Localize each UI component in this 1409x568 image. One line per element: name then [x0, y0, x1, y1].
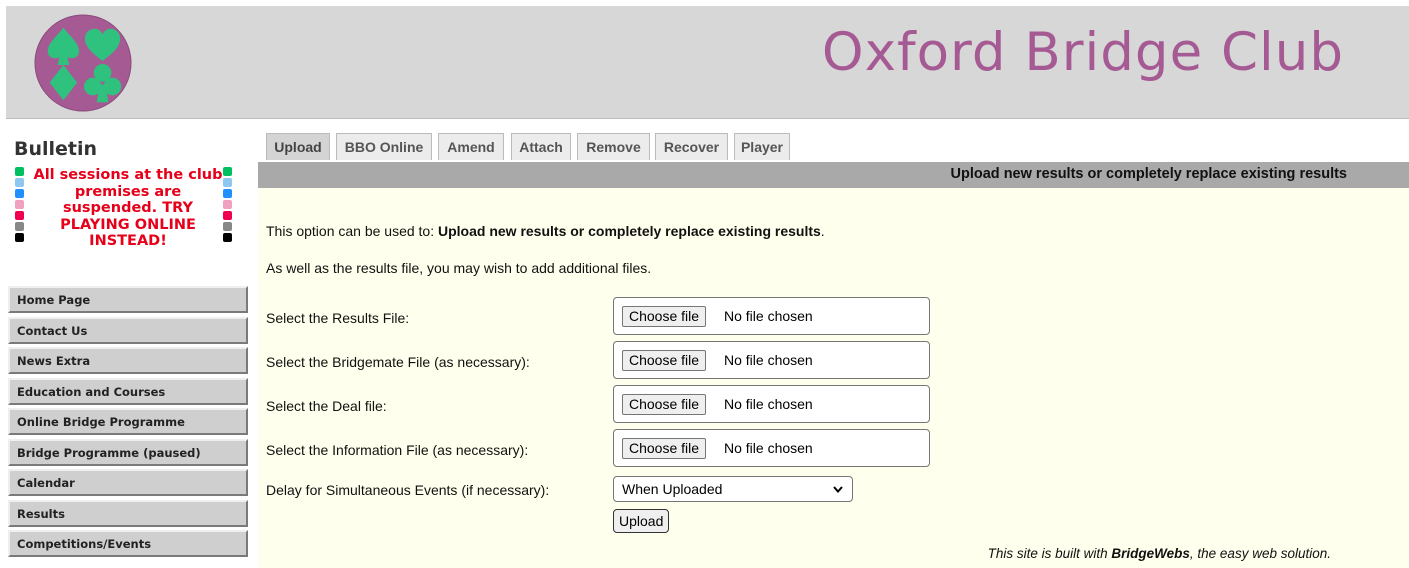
tab-amend[interactable]: Amend: [438, 133, 504, 160]
site-title: Oxford Bridge Club: [821, 22, 1344, 83]
menu-item-contact-us[interactable]: Contact Us: [8, 316, 248, 344]
sidebar: Bulletin All sessions at the club premis…: [6, 118, 252, 568]
tab-remove[interactable]: Remove: [577, 133, 650, 160]
chevron-down-icon: [833, 486, 843, 494]
information-file-label: Select the Information File (as necessar…: [266, 442, 529, 458]
menu-item-news-extra[interactable]: News Extra: [8, 347, 248, 374]
footer-suffix: , the easy web solution.: [1189, 546, 1331, 561]
tab-player[interactable]: Player: [734, 133, 790, 160]
information-file-status: No file chosen: [724, 440, 813, 456]
information-file-input[interactable]: Choose file No file chosen: [613, 429, 930, 467]
tab-attach[interactable]: Attach: [511, 133, 571, 160]
section-banner: Upload new results or completely replace…: [258, 162, 1409, 188]
menu-item-results[interactable]: Results: [8, 499, 248, 527]
delay-label: Delay for Simultaneous Events (if necess…: [266, 482, 550, 498]
bridgemate-choose-file-button[interactable]: Choose file: [622, 350, 707, 371]
bridgemate-file-input[interactable]: Choose file No file chosen: [613, 341, 930, 379]
intro-prefix: This option can be used to:: [266, 223, 438, 239]
delay-select[interactable]: When Uploaded: [613, 476, 853, 502]
menu-item-online-bridge-programme[interactable]: Online Bridge Programme: [8, 408, 248, 435]
menu-item-bridge-programme[interactable]: Bridge Programme (paused): [8, 438, 248, 466]
upload-panel: This option can be used to: Upload new r…: [258, 188, 1409, 568]
footer-credit: This site is built with BridgeWebs, the …: [988, 546, 1331, 561]
bridgemate-file-status: No file chosen: [724, 352, 813, 368]
bulletin-title: Bulletin: [14, 138, 98, 160]
additional-files-text: As well as the results file, you may wis…: [266, 260, 652, 276]
results-choose-file-button[interactable]: Choose file: [622, 306, 707, 327]
information-choose-file-button[interactable]: Choose file: [622, 438, 707, 459]
delay-selected-value: When Uploaded: [622, 481, 723, 497]
deal-file-label: Select the Deal file:: [266, 398, 387, 414]
menu-item-calendar[interactable]: Calendar: [8, 469, 248, 496]
bulletin-left-dots: [15, 167, 25, 244]
bridgemate-file-label: Select the Bridgemate File (as necessary…: [266, 354, 530, 370]
menu-item-competitions-events[interactable]: Competitions/Events: [8, 530, 248, 557]
deal-choose-file-button[interactable]: Choose file: [622, 394, 707, 415]
intro-suffix: .: [820, 223, 825, 239]
banner-title: Upload new results or completely replace…: [950, 166, 1347, 182]
deal-file-status: No file chosen: [724, 396, 813, 412]
bulletin-message[interactable]: All sessions at the club premises are su…: [28, 167, 228, 250]
deal-file-input[interactable]: Choose file No file chosen: [613, 385, 930, 423]
results-file-status: No file chosen: [724, 308, 813, 324]
menu-item-home-page[interactable]: Home Page: [8, 286, 248, 313]
footer-prefix: This site is built with: [987, 546, 1112, 561]
intro-text: This option can be used to: Upload new r…: [266, 223, 825, 239]
sidebar-menu: Home Page Contact Us News Extra Educatio…: [8, 286, 248, 561]
tab-upload[interactable]: Upload: [266, 133, 330, 160]
header: Oxford Bridge Club: [6, 6, 1409, 119]
tab-recover[interactable]: Recover: [655, 133, 728, 160]
upload-button[interactable]: Upload: [613, 509, 670, 533]
results-file-input[interactable]: Choose file No file chosen: [613, 297, 930, 335]
footer-brand-link[interactable]: BridgeWebs: [1111, 546, 1190, 561]
tab-bbo-online[interactable]: BBO Online: [336, 133, 432, 160]
club-logo[interactable]: [34, 14, 132, 112]
menu-item-education-courses[interactable]: Education and Courses: [8, 377, 248, 405]
results-file-label: Select the Results File:: [266, 310, 410, 326]
bulletin-right-dots: [223, 167, 233, 244]
intro-bold: Upload new results or completely replace…: [438, 223, 821, 239]
